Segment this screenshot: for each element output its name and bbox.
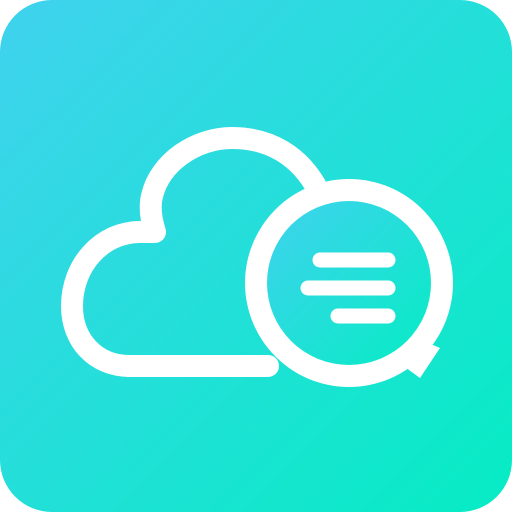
cloud-chat-icon (0, 0, 512, 512)
app-icon[interactable] (0, 0, 512, 512)
